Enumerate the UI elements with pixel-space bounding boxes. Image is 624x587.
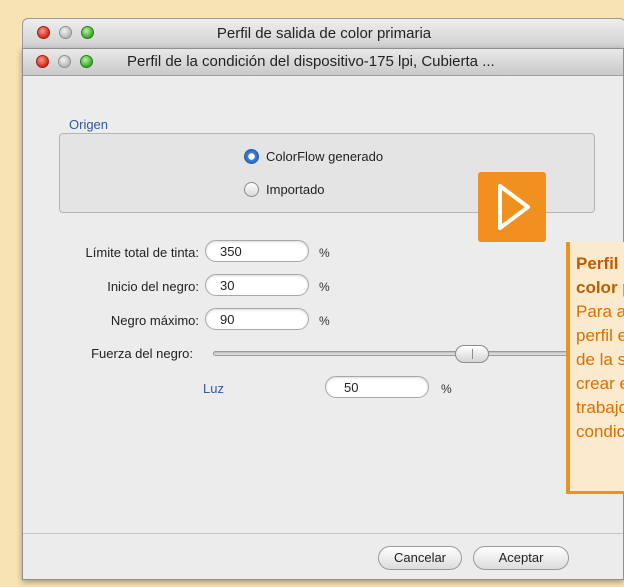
callout-body-line: trabajo bbox=[576, 398, 624, 417]
callout-body-line: perfil e bbox=[576, 326, 624, 345]
callout-body-line: condici bbox=[576, 422, 624, 441]
max-black-label: Negro máximo: bbox=[110, 313, 199, 328]
radio-imported[interactable] bbox=[244, 182, 259, 197]
background-window: Perfil de salida de color primaria bbox=[22, 18, 624, 49]
total-ink-limit-unit: % bbox=[319, 246, 330, 260]
black-start-input[interactable]: 30 bbox=[205, 274, 309, 296]
black-start-unit: % bbox=[319, 280, 330, 294]
total-ink-limit-input[interactable]: 350 bbox=[205, 240, 309, 262]
callout-body-line: crear e bbox=[576, 374, 624, 393]
zoom-icon[interactable] bbox=[80, 55, 93, 68]
radio-imported-label[interactable]: Importado bbox=[266, 182, 325, 197]
callout-body-line: de la sa bbox=[576, 350, 624, 369]
black-strength-label: Fuerza del negro: bbox=[91, 346, 193, 361]
light-unit: % bbox=[441, 382, 452, 396]
radio-colorflow-generated-label[interactable]: ColorFlow generado bbox=[266, 149, 383, 164]
callout-panel: Perfil d color p Para ab perfil e de la … bbox=[566, 242, 624, 494]
callout-badge bbox=[478, 172, 546, 242]
light-input[interactable]: 50 bbox=[325, 376, 429, 398]
background-window-title: Perfil de salida de color primaria bbox=[216, 25, 432, 42]
light-label: Luz bbox=[203, 381, 224, 396]
radio-colorflow-generated[interactable] bbox=[244, 149, 259, 164]
close-icon[interactable] bbox=[36, 55, 49, 68]
black-strength-slider[interactable] bbox=[213, 351, 583, 356]
cancel-button[interactable]: Cancelar bbox=[378, 546, 462, 570]
origin-label: Origen bbox=[69, 117, 109, 132]
total-ink-limit-label: Límite total de tinta: bbox=[85, 245, 199, 260]
callout-heading-line-1: Perfil d bbox=[576, 254, 624, 273]
footer-divider bbox=[23, 533, 623, 534]
accept-button[interactable]: Aceptar bbox=[473, 546, 569, 570]
window-title: Perfil de la condición del dispositivo-1… bbox=[127, 53, 495, 70]
black-start-label: Inicio del negro: bbox=[107, 279, 199, 294]
play-triangle-icon bbox=[498, 184, 530, 230]
black-strength-slider-knob[interactable] bbox=[454, 345, 489, 363]
max-black-unit: % bbox=[319, 314, 330, 328]
max-black-input[interactable]: 90 bbox=[205, 308, 309, 330]
minimize-icon[interactable] bbox=[58, 55, 71, 68]
device-condition-profile-window: Perfil de la condición del dispositivo-1… bbox=[22, 48, 624, 580]
title-bar[interactable]: Perfil de la condición del dispositivo-1… bbox=[23, 49, 623, 76]
callout-heading-line-2: color p bbox=[576, 278, 624, 297]
callout-text: Perfil d color p Para ab perfil e de la … bbox=[576, 252, 624, 444]
callout-body-line: Para ab bbox=[576, 302, 624, 321]
